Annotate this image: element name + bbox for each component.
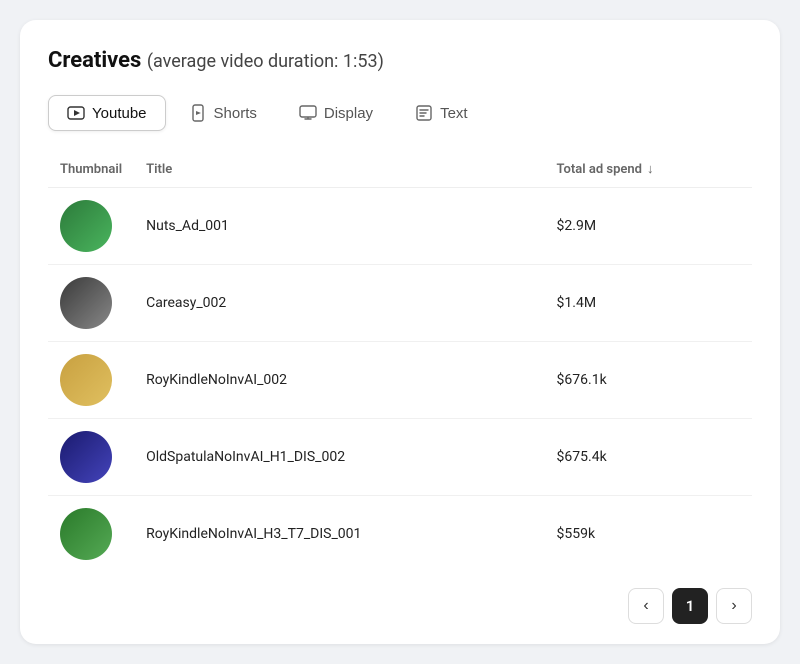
tab-shorts-label: Shorts (214, 105, 257, 122)
creatives-table: Thumbnail Title Total ad spend ↓ Nuts_Ad… (48, 151, 752, 572)
table-row: RoyKindleNoInvAI_H3_T7_DIS_001$559k (48, 496, 752, 573)
youtube-icon (67, 104, 85, 122)
shorts-icon (189, 104, 207, 122)
thumbnail-cell (48, 342, 134, 419)
spend-cell: $559k (545, 496, 752, 573)
avatar (60, 200, 112, 252)
col-title: Title (134, 151, 544, 188)
avatar (60, 508, 112, 560)
thumbnail-cell (48, 265, 134, 342)
tab-shorts[interactable]: Shorts (170, 95, 276, 131)
next-page-button[interactable]: › (716, 588, 752, 624)
table-row: Careasy_002$1.4M (48, 265, 752, 342)
avatar (60, 431, 112, 483)
next-icon: › (731, 597, 736, 615)
pagination: ‹ 1 › (48, 588, 752, 624)
text-icon (415, 104, 433, 122)
title-cell: RoyKindleNoInvAI_H3_T7_DIS_001 (134, 496, 544, 573)
table-row: RoyKindleNoInvAI_002$676.1k (48, 342, 752, 419)
prev-icon: ‹ (643, 597, 648, 615)
spend-cell: $675.4k (545, 419, 752, 496)
tab-text[interactable]: Text (396, 95, 487, 131)
title-text: Creatives (48, 48, 141, 73)
avatar (60, 277, 112, 329)
prev-page-button[interactable]: ‹ (628, 588, 664, 624)
table-row: OldSpatulaNoInvAI_H1_DIS_002$675.4k (48, 419, 752, 496)
page-title: Creatives (average video duration: 1:53) (48, 48, 752, 73)
tab-display[interactable]: Display (280, 95, 392, 131)
current-page: 1 (672, 588, 708, 624)
display-icon (299, 104, 317, 122)
tab-youtube[interactable]: Youtube (48, 95, 166, 131)
spend-cell: $2.9M (545, 188, 752, 265)
tab-youtube-label: Youtube (92, 105, 147, 122)
title-subtitle: (average video duration: 1:53) (147, 51, 384, 72)
col-thumbnail: Thumbnail (48, 151, 134, 188)
thumbnail-cell (48, 419, 134, 496)
title-cell: RoyKindleNoInvAI_002 (134, 342, 544, 419)
tab-display-label: Display (324, 105, 373, 122)
spend-cell: $1.4M (545, 265, 752, 342)
avatar (60, 354, 112, 406)
title-cell: Careasy_002 (134, 265, 544, 342)
thumbnail-cell (48, 496, 134, 573)
table-row: Nuts_Ad_001$2.9M (48, 188, 752, 265)
title-cell: OldSpatulaNoInvAI_H1_DIS_002 (134, 419, 544, 496)
spend-cell: $676.1k (545, 342, 752, 419)
tab-text-label: Text (440, 105, 468, 122)
thumbnail-cell (48, 188, 134, 265)
title-cell: Nuts_Ad_001 (134, 188, 544, 265)
creatives-card: Creatives (average video duration: 1:53)… (20, 20, 780, 644)
sort-icon: ↓ (647, 161, 654, 177)
tab-bar: Youtube Shorts Display (48, 95, 752, 131)
col-spend[interactable]: Total ad spend ↓ (545, 151, 752, 188)
